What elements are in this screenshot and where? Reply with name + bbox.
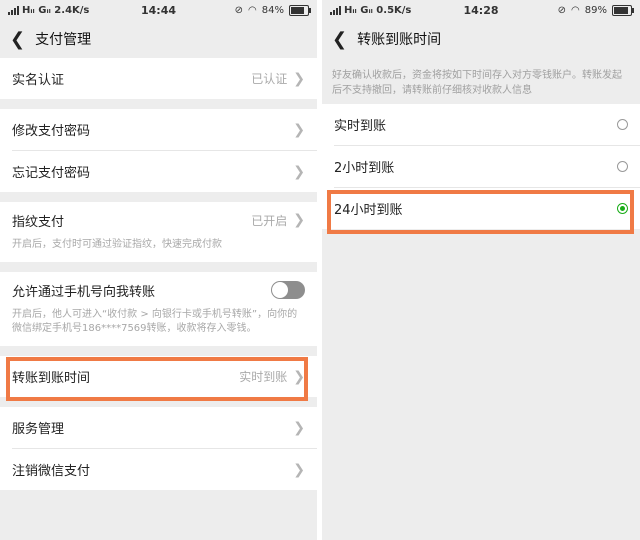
group-service: 服务管理 ❯ 注销微信支付 ❯ [0,407,317,490]
option-2-hours[interactable]: 2小时到账 [334,145,640,187]
arrival-time-screen: Hᵢₗ Gᵢₗ 0.5K/s 14:28 ⊘ ◠ 89% ❮ 转账到账时间 好友… [322,0,640,540]
chevron-right-icon: ❯ [293,163,305,180]
option-realtime[interactable]: 实时到账 [322,104,640,145]
clock: 14:44 [140,3,176,17]
chevron-right-icon: ❯ [293,121,305,138]
payment-management-screen: Hᵢₗ Gᵢₗ 2.4K/s 14:44 ⊘ ◠ 84% ❮ 支付管理 实名认证… [0,0,317,540]
row-fingerprint[interactable]: 指纹支付 已开启 ❯ [0,202,317,238]
radio-unselected-icon[interactable] [617,119,628,130]
row-realname[interactable]: 实名认证 已认证 ❯ [0,58,317,99]
chevron-right-icon: ❯ [293,70,305,87]
radio-unselected-icon[interactable] [617,161,628,172]
page-title: 转账到账时间 [357,32,442,48]
option-label: 2小时到账 [334,161,395,176]
highlight-frame-arrival-time [6,357,308,401]
nav-bar: ❮ 支付管理 [0,20,317,58]
status-bar: Hᵢₗ Gᵢₗ 2.4K/s 14:44 ⊘ ◠ 84% [0,0,317,20]
row-label: 服务管理 [12,422,65,437]
battery-icon [612,4,634,16]
battery-icon [289,4,311,16]
row-value: 已开启 [251,213,288,228]
group-phone-transfer: 允许通过手机号向我转账 开启后，他人可进入“收付款 > 向银行卡或手机号转账”，… [0,272,317,346]
arrival-info-text: 好友确认收款后，资金将按如下时间存入对方零钱账户。转账发起后不支持撤回，请转账前… [332,70,622,96]
back-button[interactable]: ❮ [10,29,25,50]
chevron-right-icon: ❯ [293,212,305,228]
toggle-knob [272,282,288,298]
group-identity: 实名认证 已认证 ❯ [0,58,317,99]
row-label: 修改支付密码 [12,124,91,139]
row-label: 允许通过手机号向我转账 [12,284,156,300]
chevron-right-icon: ❯ [293,419,305,436]
group-password: 修改支付密码 ❯ 忘记支付密码 ❯ [0,109,317,192]
group-fingerprint: 指纹支付 已开启 ❯ 开启后，支付时可通过验证指纹，快速完成付款 [0,202,317,262]
phone-transfer-toggle[interactable] [271,281,305,299]
row-forgot-password[interactable]: 忘记支付密码 ❯ [12,150,317,192]
nav-bar: ❮ 转账到账时间 [322,20,640,58]
row-service-management[interactable]: 服务管理 ❯ [0,407,317,448]
row-label: 忘记支付密码 [12,166,91,181]
row-phone-transfer: 允许通过手机号向我转账 [0,272,317,308]
page-title: 支付管理 [35,32,92,48]
phone-transfer-description: 开启后，他人可进入“收付款 > 向银行卡或手机号转账”，向你的微信绑定手机号18… [12,309,298,334]
option-label: 实时到账 [334,119,387,134]
status-bar: Hᵢₗ Gᵢₗ 0.5K/s 14:28 ⊘ ◠ 89% [322,0,640,20]
back-button[interactable]: ❮ [332,29,347,50]
fingerprint-description: 开启后，支付时可通过验证指纹，快速完成付款 [12,239,222,250]
row-label: 实名认证 [12,73,65,88]
chevron-right-icon: ❯ [293,461,305,478]
row-cancel-wechat-pay[interactable]: 注销微信支付 ❯ [12,448,317,490]
row-value: 已认证 [251,72,288,86]
highlight-frame-24-hours [327,190,634,234]
row-label: 指纹支付 [12,214,65,230]
clock: 14:28 [463,3,499,17]
row-label: 注销微信支付 [12,464,91,479]
row-change-password[interactable]: 修改支付密码 ❯ [0,109,317,150]
